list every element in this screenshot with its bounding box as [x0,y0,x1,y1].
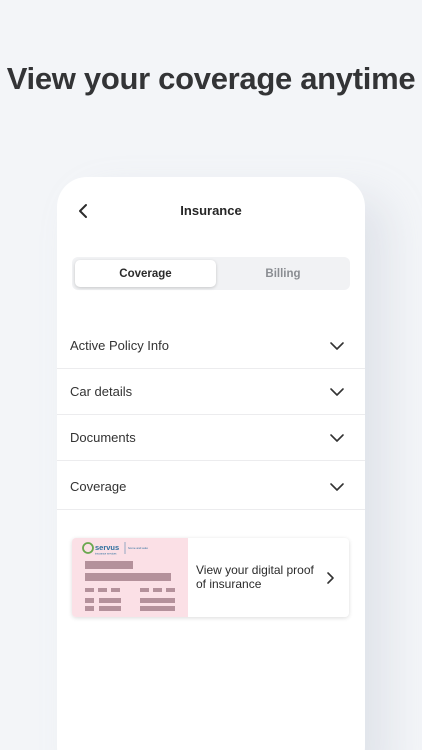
redacted-bar [85,606,94,611]
nav-bar: Insurance [57,177,365,243]
tab-billing[interactable]: Billing [219,260,347,287]
segmented-control: Coverage Billing [72,257,350,290]
redacted-bar [166,588,175,592]
redacted-bar [99,606,121,611]
chevron-right-icon [327,572,334,584]
accordion-label: Coverage [70,479,127,494]
redacted-bar [85,598,94,603]
redacted-bar [111,588,120,592]
svg-text:insurance services: insurance services [95,552,117,556]
accordion-label: Documents [70,430,136,445]
chevron-down-icon [330,483,344,491]
accordion-coverage[interactable]: Coverage [57,461,365,510]
accordion-list: Active Policy Info Car details Documents… [57,323,365,510]
page-headline: View your coverage anytime [6,61,416,96]
chevron-down-icon [330,388,344,396]
redacted-bar [85,561,133,569]
phone-frame: Insurance Coverage Billing Active Policy… [57,177,365,750]
accordion-car-details[interactable]: Car details [57,369,365,415]
redacted-bar [153,588,162,592]
redacted-bar [140,588,149,592]
redacted-bar [85,573,171,581]
accordion-label: Car details [70,384,133,399]
tab-coverage[interactable]: Coverage [75,260,216,287]
accordion-documents[interactable]: Documents [57,415,365,461]
chevron-down-icon [330,434,344,442]
nav-title: Insurance [180,203,242,218]
redacted-bar [85,588,94,592]
chevron-down-icon [330,342,344,350]
redacted-bar [98,588,107,592]
insurance-card-thumbnail: servus insurance services home and auto [72,538,188,617]
accordion-label: Active Policy Info [70,338,169,353]
svg-text:servus: servus [95,543,119,552]
accordion-active-policy-info[interactable]: Active Policy Info [57,323,365,369]
proof-of-insurance-text: View your digital proof of insurance [196,563,314,591]
proof-of-insurance-card[interactable]: servus insurance services home and auto … [72,538,349,617]
redacted-bar [99,598,121,603]
svg-text:home and auto: home and auto [128,546,148,550]
redacted-bar [140,606,175,611]
redacted-bar [140,598,175,603]
